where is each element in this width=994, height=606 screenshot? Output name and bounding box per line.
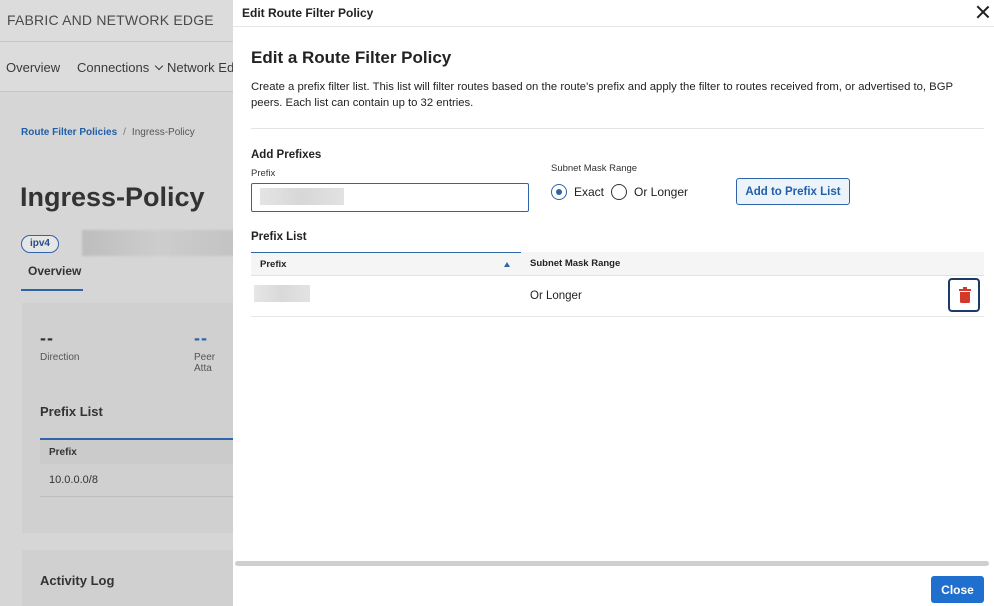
column-header-label: Prefix: [260, 259, 287, 270]
drawer-title: Edit Route Filter Policy: [242, 6, 374, 20]
divider: [251, 128, 984, 129]
overview-card: -- -- Direction Peer Atta Prefix List Pr…: [22, 303, 233, 533]
breadcrumb: Route Filter Policies / Ingress-Policy: [21, 127, 195, 138]
radio-or-longer[interactable]: Or Longer: [611, 184, 688, 200]
prefix-list-title: Prefix List: [40, 404, 103, 419]
tab-overview[interactable]: Overview: [21, 264, 83, 291]
add-prefixes-title: Add Prefixes: [251, 149, 322, 161]
redacted-text: [82, 230, 234, 256]
drawer-header: Edit Route Filter Policy: [233, 0, 994, 27]
form-description: Create a prefix filter list. This list w…: [251, 81, 953, 109]
breadcrumb-link[interactable]: Route Filter Policies: [21, 127, 117, 138]
redacted-prefix-cell: [254, 285, 310, 302]
ip-version-badge: ipv4: [21, 235, 59, 253]
trash-icon: [959, 287, 971, 303]
horizontal-scrollbar[interactable]: [235, 561, 989, 566]
radio-exact-label: Exact: [574, 185, 605, 199]
radio-checked-icon: [551, 184, 567, 200]
column-header-prefix[interactable]: Prefix: [251, 252, 521, 276]
subnet-mask-range-label: Subnet Mask Range: [551, 163, 638, 174]
edit-policy-drawer: Edit Route Filter Policy Edit a Route Fi…: [233, 0, 994, 606]
prefix-input[interactable]: [251, 183, 529, 212]
sort-ascending-icon: [504, 262, 510, 267]
prefix-list-title: Prefix List: [251, 231, 307, 243]
chevron-down-icon: [155, 61, 164, 71]
nav-item-overview[interactable]: Overview: [6, 60, 60, 75]
peer-value: --: [194, 328, 208, 348]
table-row: Or Longer: [251, 276, 984, 317]
breadcrumb-separator: /: [123, 127, 126, 138]
form-heading: Edit a Route Filter Policy: [251, 48, 452, 67]
brand-title: FABRIC AND NETWORK EDGE: [7, 12, 214, 28]
page-title: Ingress-Policy: [20, 182, 205, 212]
direction-label: Direction: [40, 352, 80, 363]
activity-log-title: Activity Log: [40, 573, 115, 588]
delete-row-button[interactable]: [948, 278, 980, 312]
table-row: 10.0.0.0/8: [40, 464, 233, 497]
direction-value: --: [40, 328, 54, 348]
radio-exact[interactable]: Exact: [551, 184, 604, 200]
column-header-subnet-mask-range: Subnet Mask Range: [530, 258, 621, 269]
activity-card: Activity Log: [22, 550, 233, 606]
close-icon[interactable]: [974, 3, 992, 21]
nav-item-connections[interactable]: Connections: [77, 60, 164, 75]
radio-unchecked-icon: [611, 184, 627, 200]
peer-label: Peer Atta: [194, 352, 216, 374]
breadcrumb-current: Ingress-Policy: [131, 127, 195, 138]
prefix-table-header: Prefix Subnet Mask Range: [251, 252, 984, 276]
nav-item-label: Connections: [77, 60, 150, 75]
add-to-prefix-list-button[interactable]: Add to Prefix List: [736, 178, 850, 205]
close-button[interactable]: Close: [931, 576, 984, 603]
subnet-mask-cell: Or Longer: [530, 290, 582, 302]
radio-or-longer-label: Or Longer: [634, 185, 689, 199]
prefix-label: Prefix: [251, 168, 276, 179]
nav-item-network-edge[interactable]: Network Edg: [167, 60, 241, 75]
table-header: Prefix: [40, 438, 233, 464]
